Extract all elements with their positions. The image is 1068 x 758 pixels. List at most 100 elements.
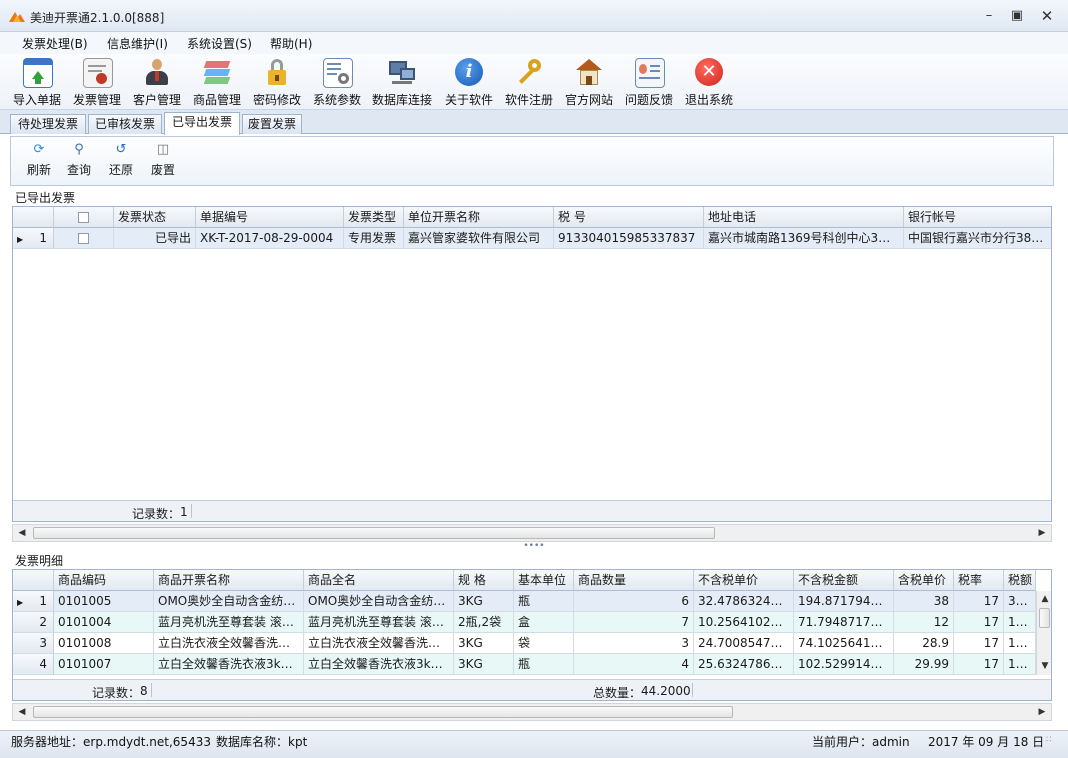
invoice-name-cell[interactable]: 立白洗衣液全效馨香洗…	[154, 633, 304, 654]
price-incl-cell[interactable]: 38	[894, 591, 954, 612]
amount-excl-cell[interactable]: 74.10256410…	[794, 633, 894, 654]
invoice-horizontal-scrollbar[interactable]: ◀ ▶	[12, 524, 1052, 542]
invoice-name-cell[interactable]: OMO奥妙全自动含金纺…	[154, 591, 304, 612]
amount-excl-cell[interactable]: 194.8717948…	[794, 591, 894, 612]
unit-cell[interactable]: 袋	[514, 633, 574, 654]
quantity-cell[interactable]: 7	[574, 612, 694, 633]
spec-cell[interactable]: 3KG	[454, 633, 514, 654]
tax-amount-cell[interactable]: 33.1	[1004, 591, 1036, 612]
close-icon[interactable]: ✕	[1034, 6, 1060, 26]
menu-system-settings[interactable]: 系统设置(S)	[187, 35, 252, 52]
scroll-left-icon[interactable]: ◀	[15, 526, 29, 540]
col-status[interactable]: 发票状态	[114, 207, 196, 228]
col-tax-no[interactable]: 税 号	[554, 207, 704, 228]
table-row[interactable]: 3	[13, 633, 54, 654]
doc-no-cell[interactable]: XK-T-2017-08-29-0004	[196, 228, 344, 249]
tax-rate-cell[interactable]: 17	[954, 591, 1004, 612]
tax-amount-cell[interactable]: 17.4	[1004, 654, 1036, 675]
tax-rate-cell[interactable]: 17	[954, 654, 1004, 675]
col-amount-excl-tax[interactable]: 不含税金额	[794, 570, 894, 591]
scroll-up-icon[interactable]: ▲	[1038, 592, 1051, 606]
menu-invoice-processing[interactable]: 发票处理(B)	[22, 35, 88, 52]
quantity-cell[interactable]: 4	[574, 654, 694, 675]
company-cell[interactable]: 嘉兴管家婆软件有限公司	[404, 228, 554, 249]
unit-cell[interactable]: 瓶	[514, 654, 574, 675]
row-checkbox-cell[interactable]	[54, 228, 114, 249]
unit-cell[interactable]: 盒	[514, 612, 574, 633]
invoice-name-cell[interactable]: 立白全效馨香洗衣液3kg…	[154, 654, 304, 675]
tax-no-cell[interactable]: 913304015985337837	[554, 228, 704, 249]
select-all-header[interactable]	[54, 207, 114, 228]
col-price-incl-tax[interactable]: 含税单价	[894, 570, 954, 591]
scrollbar-thumb[interactable]	[33, 706, 733, 718]
menu-help[interactable]: 帮助(H)	[270, 35, 312, 52]
tax-rate-cell[interactable]: 17	[954, 633, 1004, 654]
price-excl-cell[interactable]: 25.63247863…	[694, 654, 794, 675]
amount-excl-cell[interactable]: 71.79487179…	[794, 612, 894, 633]
scrollbar-thumb[interactable]	[33, 527, 715, 539]
col-full-name[interactable]: 商品全名	[304, 570, 454, 591]
detail-horizontal-scrollbar[interactable]: ◀ ▶	[12, 703, 1052, 721]
tab-pending-invoices[interactable]: 待处理发票	[10, 114, 86, 134]
quantity-cell[interactable]: 3	[574, 633, 694, 654]
unit-cell[interactable]: 瓶	[514, 591, 574, 612]
splitter-handle[interactable]: ••••	[0, 542, 1068, 552]
tab-approved-invoices[interactable]: 已审核发票	[88, 114, 162, 134]
col-price-excl-tax[interactable]: 不含税单价	[694, 570, 794, 591]
price-excl-cell[interactable]: 32.47863247…	[694, 591, 794, 612]
col-goods-code[interactable]: 商品编码	[54, 570, 154, 591]
invoice-name-cell[interactable]: 蓝月亮机洗至尊套装 滚…	[154, 612, 304, 633]
scroll-right-icon[interactable]: ▶	[1035, 526, 1049, 540]
full-name-cell[interactable]: OMO奥妙全自动含金纺…	[304, 591, 454, 612]
goods-code-cell[interactable]: 0101007	[54, 654, 154, 675]
price-incl-cell[interactable]: 12	[894, 612, 954, 633]
col-tax-amount[interactable]: 税额	[1004, 570, 1036, 591]
restore-button[interactable]: ↺ 还原	[101, 141, 141, 181]
type-cell[interactable]: 专用发票	[344, 228, 404, 249]
status-cell[interactable]: 已导出	[114, 228, 196, 249]
exit-system-button[interactable]: ✕ 退出系统	[679, 54, 739, 110]
scroll-right-icon[interactable]: ▶	[1035, 705, 1049, 719]
scrollbar-thumb[interactable]	[1039, 608, 1050, 628]
full-name-cell[interactable]: 立白全效馨香洗衣液3kg…	[304, 654, 454, 675]
spec-cell[interactable]: 2瓶,2袋	[454, 612, 514, 633]
price-excl-cell[interactable]: 24.70085470…	[694, 633, 794, 654]
table-row[interactable]: ▶ 1	[13, 228, 54, 249]
goods-code-cell[interactable]: 0101005	[54, 591, 154, 612]
goods-code-cell[interactable]: 0101004	[54, 612, 154, 633]
col-type[interactable]: 发票类型	[344, 207, 404, 228]
col-doc-no[interactable]: 单据编号	[196, 207, 344, 228]
tax-rate-cell[interactable]: 17	[954, 612, 1004, 633]
minimize-icon[interactable]: –	[976, 6, 1002, 26]
goods-code-cell[interactable]: 0101008	[54, 633, 154, 654]
menu-info-maintenance[interactable]: 信息维护(I)	[107, 35, 168, 52]
col-quantity[interactable]: 商品数量	[574, 570, 694, 591]
scroll-down-icon[interactable]: ▼	[1038, 659, 1051, 673]
spec-cell[interactable]: 3KG	[454, 591, 514, 612]
col-tax-rate[interactable]: 税率	[954, 570, 1004, 591]
col-unit[interactable]: 基本单位	[514, 570, 574, 591]
price-incl-cell[interactable]: 28.9	[894, 633, 954, 654]
col-address[interactable]: 地址电话	[704, 207, 904, 228]
amount-excl-cell[interactable]: 102.5299145…	[794, 654, 894, 675]
full-name-cell[interactable]: 蓝月亮机洗至尊套装 滚…	[304, 612, 454, 633]
tax-amount-cell[interactable]: 12.5	[1004, 633, 1036, 654]
address-cell[interactable]: 嘉兴市城南路1369号科创中心3幢…	[704, 228, 904, 249]
row-checkbox[interactable]	[78, 233, 89, 244]
database-connection-button[interactable]: 数据库连接	[372, 54, 432, 110]
col-spec[interactable]: 规 格	[454, 570, 514, 591]
price-excl-cell[interactable]: 10.25641025…	[694, 612, 794, 633]
void-button[interactable]: ◫ 废置	[143, 141, 183, 181]
select-all-checkbox[interactable]	[78, 212, 89, 223]
quantity-cell[interactable]: 6	[574, 591, 694, 612]
bank-cell[interactable]: 中国银行嘉兴市分行381…	[904, 228, 1051, 249]
system-parameters-button[interactable]: 系统参数	[307, 54, 367, 110]
detail-vertical-scrollbar[interactable]: ▲ ▼	[1036, 591, 1051, 675]
table-row[interactable]: 4	[13, 654, 54, 675]
price-incl-cell[interactable]: 29.99	[894, 654, 954, 675]
refresh-button[interactable]: ⟳ 刷新	[19, 141, 59, 181]
maximize-icon[interactable]: ▣	[1004, 6, 1030, 26]
tab-voided-invoices[interactable]: 废置发票	[242, 114, 302, 134]
col-bank[interactable]: 银行帐号	[904, 207, 1051, 228]
spec-cell[interactable]: 3KG	[454, 654, 514, 675]
